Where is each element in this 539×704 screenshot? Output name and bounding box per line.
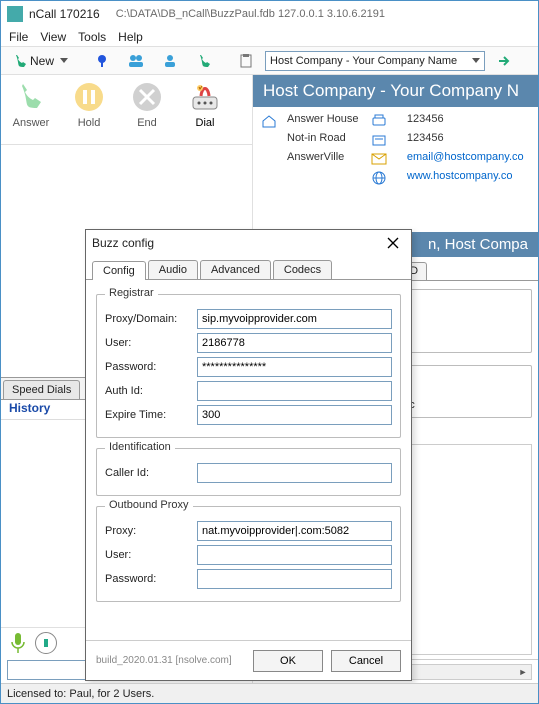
auth-label: Auth Id:	[105, 385, 191, 397]
ok-button[interactable]: OK	[253, 650, 323, 672]
stop-record-button[interactable]	[35, 632, 57, 654]
home-icon	[261, 113, 277, 129]
app-icon	[7, 6, 23, 22]
caller-id-input[interactable]	[197, 463, 392, 483]
cancel-button[interactable]: Cancel	[331, 650, 401, 672]
addr3: AnswerVille	[287, 151, 365, 167]
dialog-title: Buzz config	[92, 236, 154, 250]
email-icon	[371, 151, 387, 167]
pin-button[interactable]	[87, 50, 117, 72]
microphone-icon[interactable]	[9, 632, 27, 654]
registrar-password-input[interactable]	[197, 357, 392, 377]
dialog-tabs: Config Audio Advanced Codecs	[86, 256, 411, 280]
globe-icon	[371, 170, 387, 186]
db-path: C:\DATA\DB_nCall\BuzzPaul.fdb 127.0.0.1 …	[116, 8, 385, 20]
tab-advanced[interactable]: Advanced	[200, 260, 271, 279]
go-button[interactable]	[489, 50, 519, 72]
arrow-right-icon	[496, 53, 512, 69]
phone-small-icon	[371, 113, 387, 129]
chevron-down-icon	[472, 58, 480, 63]
dial-icon	[187, 79, 223, 115]
end-button[interactable]: End	[125, 79, 169, 129]
company-banner: Host Company - Your Company N	[253, 75, 538, 107]
menu-file[interactable]: File	[9, 30, 28, 44]
identification-group: Identification Caller Id:	[96, 448, 401, 496]
ob-proxy-label: Proxy:	[105, 525, 191, 537]
outbound-proxy-group: Outbound Proxy Proxy: User: Password:	[96, 506, 401, 602]
answer-button[interactable]: Answer	[9, 79, 53, 129]
registrar-group: Registrar Proxy/Domain: User: Password: …	[96, 294, 401, 438]
company-details: Answer House 123456 Not-in Road 123456 A…	[253, 107, 538, 192]
dial-button[interactable]: Dial	[183, 79, 227, 129]
buzz-config-dialog: Buzz config Config Audio Advanced Codecs…	[85, 229, 412, 681]
close-button[interactable]	[381, 233, 405, 253]
outbound-user-input[interactable]	[197, 545, 392, 565]
hold-icon	[73, 81, 105, 113]
ob-pass-label: Password:	[105, 573, 191, 585]
addr2: Not-in Road	[287, 132, 365, 148]
end-icon	[131, 81, 163, 113]
stop-icon	[41, 638, 51, 648]
registrar-user-input[interactable]	[197, 333, 392, 353]
license-text: Licensed to: Paul, for 2 Users.	[7, 688, 154, 700]
host-company-select[interactable]: Host Company - Your Company Name	[265, 51, 485, 71]
call-action-bar: Answer Hold End Dial	[1, 75, 252, 145]
answer-icon	[15, 81, 47, 113]
clipboard-button[interactable]	[231, 50, 261, 72]
company-email[interactable]: email@hostcompany.co	[407, 151, 530, 167]
dialog-titlebar: Buzz config	[86, 230, 411, 256]
clipboard-icon	[238, 53, 254, 69]
chevron-down-icon	[60, 58, 68, 63]
proxy-domain-input[interactable]	[197, 309, 392, 329]
build-label: build_2020.01.31 [nsolve.com]	[96, 655, 232, 666]
user-icon	[162, 53, 178, 69]
call-button[interactable]	[189, 50, 219, 72]
phone-icon	[12, 53, 28, 69]
callerid-label: Caller Id:	[105, 467, 191, 479]
scroll-right-icon[interactable]: ►	[517, 666, 529, 678]
menu-tools[interactable]: Tools	[78, 30, 106, 44]
tab-codecs[interactable]: Codecs	[273, 260, 332, 279]
auth-id-input[interactable]	[197, 381, 392, 401]
tab-config[interactable]: Config	[92, 261, 146, 280]
book-button[interactable]	[531, 50, 539, 72]
hold-button[interactable]: Hold	[67, 79, 111, 129]
expire-label: Expire Time:	[105, 409, 191, 421]
dialog-footer: build_2020.01.31 [nsolve.com] OK Cancel	[86, 640, 411, 680]
titlebar: nCall 170216 C:\DATA\DB_nCall\BuzzPaul.f…	[1, 1, 538, 27]
tab-audio[interactable]: Audio	[148, 260, 198, 279]
outbound-proxy-input[interactable]	[197, 521, 392, 541]
pin-icon	[94, 53, 110, 69]
main-toolbar: New Host Company - Your Company Name	[1, 47, 538, 75]
pass-label: Password:	[105, 361, 191, 373]
phone1: 123456	[407, 113, 530, 129]
new-dropdown[interactable]: New	[5, 50, 75, 72]
proxy-label: Proxy/Domain:	[105, 313, 191, 325]
host-select-text: Host Company - Your Company Name	[270, 55, 457, 67]
close-icon	[387, 237, 399, 249]
ob-user-label: User:	[105, 549, 191, 561]
statusbar: Licensed to: Paul, for 2 Users.	[1, 683, 538, 703]
phone2: 123456	[407, 132, 530, 148]
menu-view[interactable]: View	[40, 30, 66, 44]
fax-icon	[371, 132, 387, 148]
addr1: Answer House	[287, 113, 365, 129]
user-label: User:	[105, 337, 191, 349]
user-button[interactable]	[155, 50, 185, 72]
outbound-password-input[interactable]	[197, 569, 392, 589]
expire-time-input[interactable]	[197, 405, 392, 425]
users-icon	[128, 53, 144, 69]
app-title: nCall 170216	[29, 7, 100, 21]
new-label: New	[30, 54, 54, 68]
users-button[interactable]	[121, 50, 151, 72]
company-website[interactable]: www.hostcompany.co	[407, 170, 530, 186]
menubar: File View Tools Help	[1, 27, 538, 47]
phone-icon	[196, 53, 212, 69]
menu-help[interactable]: Help	[118, 30, 143, 44]
